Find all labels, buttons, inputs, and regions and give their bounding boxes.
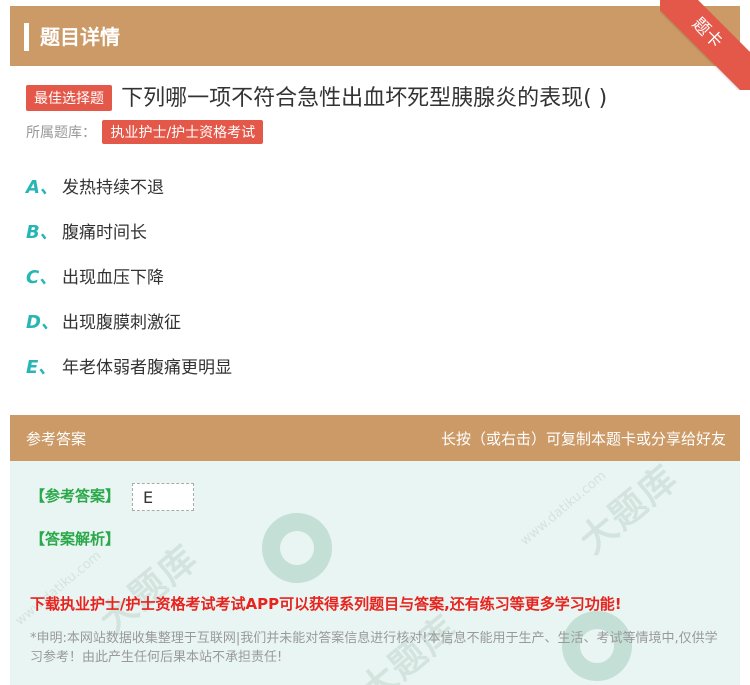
- answer-bar-title: 参考答案: [26, 430, 87, 448]
- page-title: 题目详情: [40, 25, 120, 49]
- option-text: 出现腹膜刺激征: [62, 313, 181, 333]
- question-row: 最佳选择题 下列哪一项不符合急性出血坏死型胰腺炎的表现( ): [26, 80, 726, 114]
- library-label: 所属题库：: [26, 125, 96, 141]
- ribbon-label: 题卡: [660, 0, 750, 90]
- option-text: 发热持续不退: [62, 178, 164, 198]
- answer-panel: 大题库 大题库 大题库 www.datiku.com www.datiku.co…: [10, 461, 740, 685]
- answer-label: 【参考答案】: [30, 487, 121, 505]
- app-promo-text[interactable]: 下载执业护士/护士资格考试考试APP可以获得系列题目与答案,还有练习等更多学习功…: [30, 593, 622, 614]
- option-letter: A、: [26, 177, 58, 198]
- analysis-label: 【答案解析】: [30, 530, 121, 548]
- option-text: 年老体弱者腹痛更明显: [62, 358, 232, 378]
- option-list: A、 发热持续不退 B、 腹痛时间长 C、 出现血压下降 D、 出现腹膜刺激征 E、 年老…: [26, 173, 232, 398]
- option-text: 腹痛时间长: [62, 223, 147, 243]
- title-accent-bar: [24, 23, 29, 51]
- library-row: 所属题库： 执业护士/护士资格考试: [26, 120, 264, 144]
- watermark-url: www.datiku.com: [12, 548, 105, 629]
- answer-value: E: [132, 483, 194, 511]
- disclaimer-text: *申明:本网站数据收集整理于互联网|我们并未能对答案信息进行核对!本信息不能用于…: [30, 631, 718, 665]
- option-b[interactable]: B、 腹痛时间长: [26, 218, 232, 263]
- share-hint: 长按（或右击）可复制本题卡或分享给好友: [440, 430, 726, 448]
- question-type-badge: 最佳选择题: [26, 84, 112, 111]
- option-letter: B、: [26, 222, 58, 243]
- library-tag[interactable]: 执业护士/护士资格考试: [102, 120, 264, 144]
- option-text: 出现血压下降: [62, 268, 164, 288]
- question-text: 下列哪一项不符合急性出血坏死型胰腺炎的表现( ): [121, 86, 608, 111]
- option-letter: C、: [26, 267, 58, 288]
- option-a[interactable]: A、 发热持续不退: [26, 173, 232, 218]
- watermark-text: 大题库: [572, 461, 687, 563]
- watermark-logo-icon: [262, 513, 332, 583]
- option-letter: E、: [26, 357, 57, 378]
- title-bar: 题目详情: [10, 6, 740, 66]
- corner-ribbon: 题卡: [660, 0, 750, 90]
- option-letter: D、: [26, 312, 59, 333]
- answer-bar: 参考答案 长按（或右击）可复制本题卡或分享给好友: [10, 415, 740, 461]
- option-d[interactable]: D、 出现腹膜刺激征: [26, 308, 232, 353]
- option-c[interactable]: C、 出现血压下降: [26, 263, 232, 308]
- option-e[interactable]: E、 年老体弱者腹痛更明显: [26, 353, 232, 398]
